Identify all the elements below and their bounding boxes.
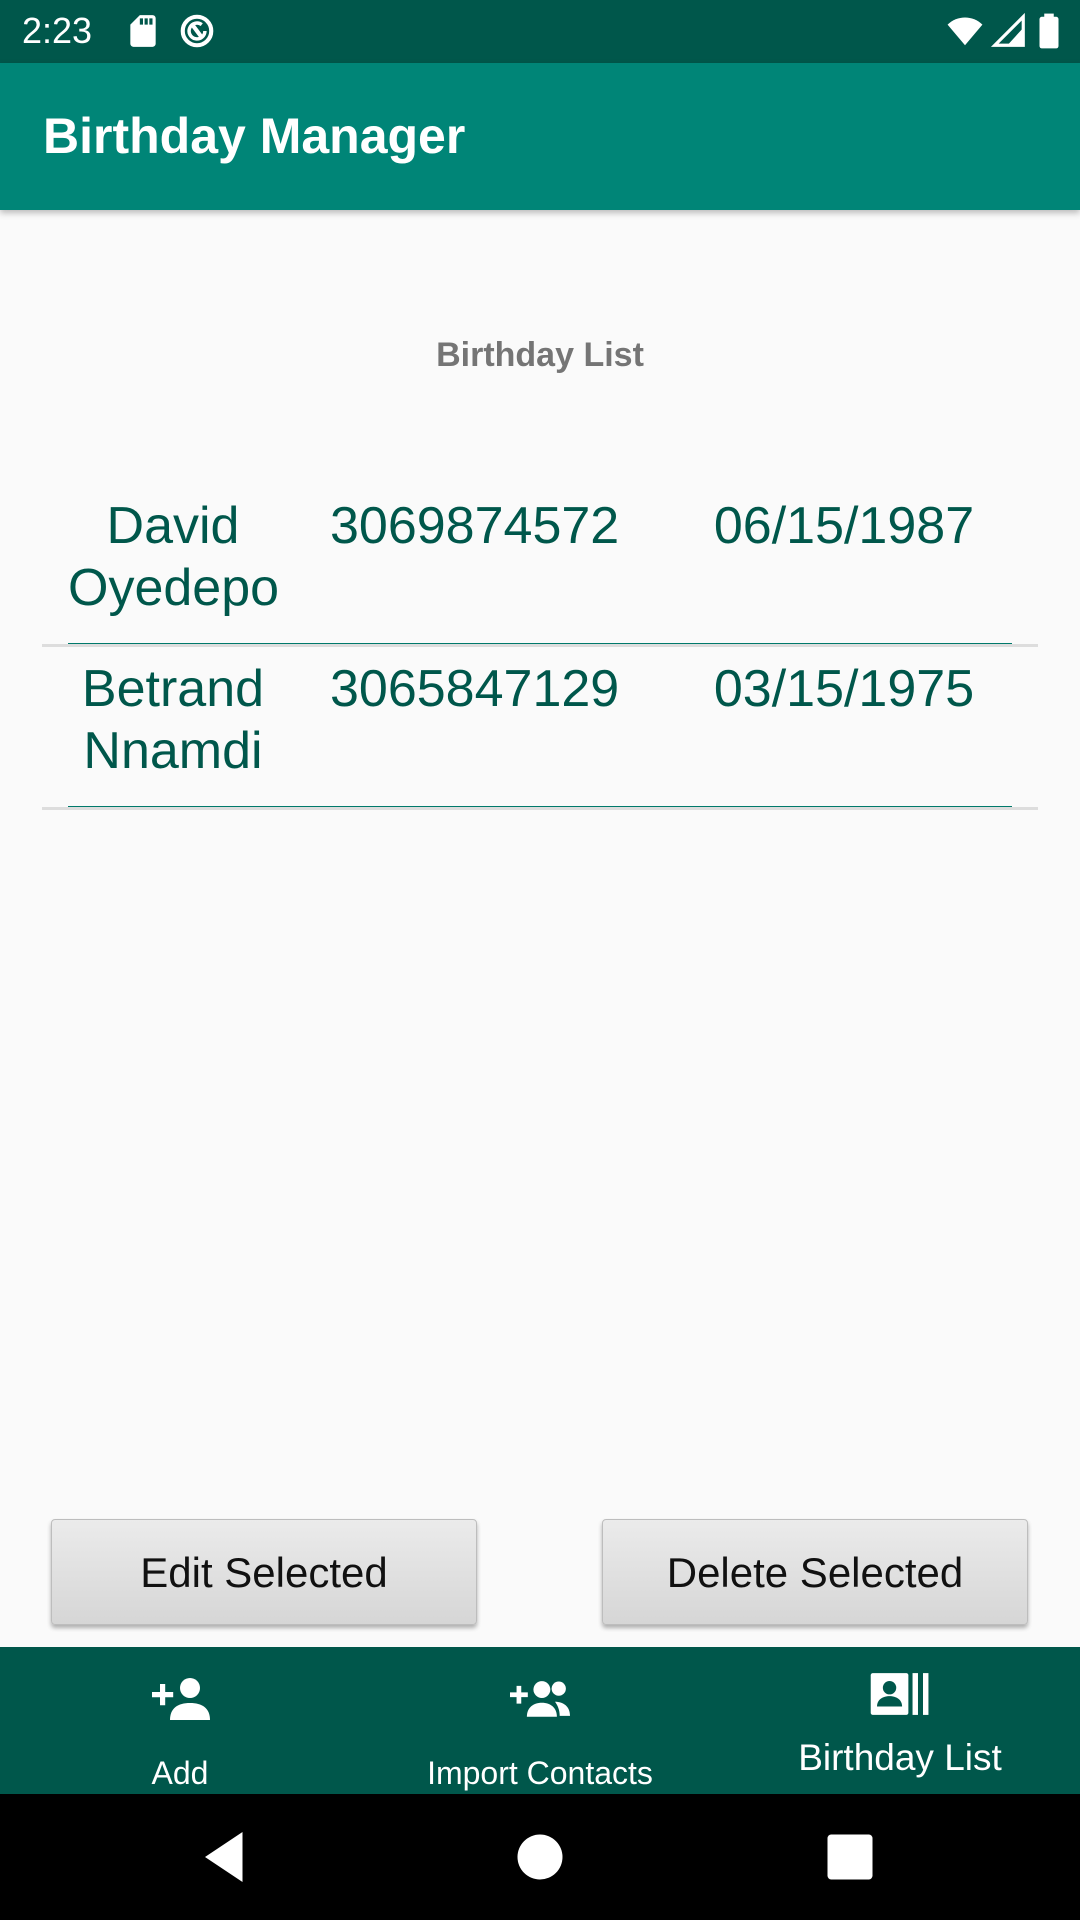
list-item[interactable]: David Oyedepo 3069874572 06/15/1987 — [42, 480, 1038, 647]
nav-label-add: Add — [151, 1755, 209, 1791]
birthday-list-icon — [870, 1673, 929, 1715]
row-content: Betrand Nnamdi 3065847129 03/15/1975 — [68, 643, 1012, 809]
bottom-navigation: Add Import Contacts Birthday List — [0, 1647, 1080, 1794]
contact-phone: 3069874572 — [330, 497, 620, 555]
wifi-icon — [947, 17, 983, 46]
recents-icon[interactable] — [820, 1827, 880, 1887]
contact-birthday: 03/15/1975 — [713, 660, 975, 718]
birthday-list: David Oyedepo 3069874572 06/15/1987 Betr… — [42, 480, 1038, 810]
sd-card-icon — [130, 15, 156, 47]
contact-phone: 3065847129 — [330, 660, 620, 718]
app-bar: Birthday Manager — [0, 63, 1080, 210]
battery-icon — [1039, 13, 1059, 49]
edit-selected-button[interactable]: Edit Selected — [51, 1519, 477, 1625]
add-person-icon — [152, 1678, 210, 1720]
nav-item-add[interactable]: Add — [0, 1647, 360, 1794]
signal-icon — [990, 12, 1025, 47]
nav-item-birthday-list[interactable]: Birthday List — [720, 1647, 1080, 1794]
home-icon[interactable] — [510, 1827, 570, 1887]
row-divider — [42, 807, 1038, 810]
contact-birthday: 06/15/1987 — [713, 497, 975, 555]
delete-selected-button[interactable]: Delete Selected — [602, 1519, 1028, 1625]
row-content: David Oyedepo 3069874572 06/15/1987 — [68, 480, 1012, 646]
sync-icon — [180, 14, 214, 48]
nav-label-birthday-list: Birthday List — [798, 1737, 1002, 1778]
back-icon[interactable] — [195, 1827, 255, 1887]
app-title: Birthday Manager — [43, 108, 466, 164]
nav-item-import-contacts[interactable]: Import Contacts — [360, 1647, 720, 1794]
contact-name: Betrand Nnamdi — [81, 660, 265, 780]
nav-label-import-contacts: Import Contacts — [427, 1755, 653, 1791]
contact-name: David Oyedepo — [68, 497, 280, 617]
list-item[interactable]: Betrand Nnamdi 3065847129 03/15/1975 — [42, 643, 1038, 810]
import-contacts-icon — [510, 1681, 570, 1717]
status-time: 2:23 — [22, 10, 93, 51]
section-title: Birthday List — [436, 336, 644, 374]
status-bar: 2:23 — [0, 0, 1080, 63]
system-navigation-bar — [0, 1794, 1080, 1920]
